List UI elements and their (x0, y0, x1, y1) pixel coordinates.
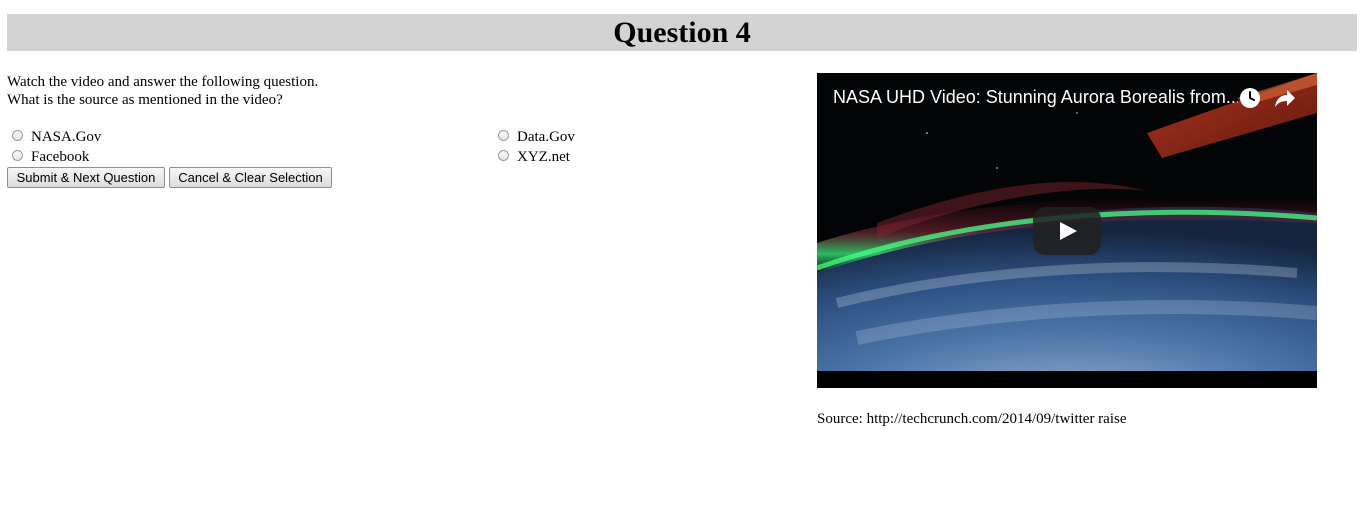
radio-button[interactable] (498, 129, 509, 141)
cancel-clear-button[interactable]: Cancel & Clear Selection (169, 167, 332, 188)
question-text: Watch the video and answer the following… (7, 73, 318, 109)
option-label: Data.Gov (517, 129, 575, 145)
video-player[interactable]: NASA UHD Video: Stunning Aurora Borealis… (817, 73, 1317, 388)
option-label: Facebook (31, 149, 90, 165)
question-instruction: Watch the video and answer the following… (7, 74, 319, 90)
radio-button[interactable] (12, 129, 23, 141)
clock-icon[interactable] (1238, 86, 1262, 115)
play-button[interactable] (1033, 207, 1101, 255)
question-prompt: What is the source as mentioned in the v… (7, 92, 283, 108)
page-title: Question 4 (613, 16, 751, 49)
submit-next-button[interactable]: Submit & Next Question (7, 167, 165, 188)
option-xyz-net[interactable]: XYZ.net (498, 148, 570, 166)
radio-button[interactable] (12, 149, 23, 161)
option-facebook[interactable]: Facebook (12, 148, 89, 166)
question-header: Question 4 (7, 14, 1357, 51)
source-citation: Source: http://techcrunch.com/2014/09/tw… (817, 411, 1127, 427)
option-label: NASA.Gov (31, 129, 102, 145)
share-icon[interactable] (1273, 86, 1297, 115)
radio-button[interactable] (498, 149, 509, 161)
option-nasa-gov[interactable]: NASA.Gov (12, 128, 101, 146)
video-title[interactable]: NASA UHD Video: Stunning Aurora Borealis… (833, 85, 1238, 109)
option-data-gov[interactable]: Data.Gov (498, 128, 575, 146)
play-icon (1060, 222, 1077, 240)
option-label: XYZ.net (517, 149, 570, 165)
